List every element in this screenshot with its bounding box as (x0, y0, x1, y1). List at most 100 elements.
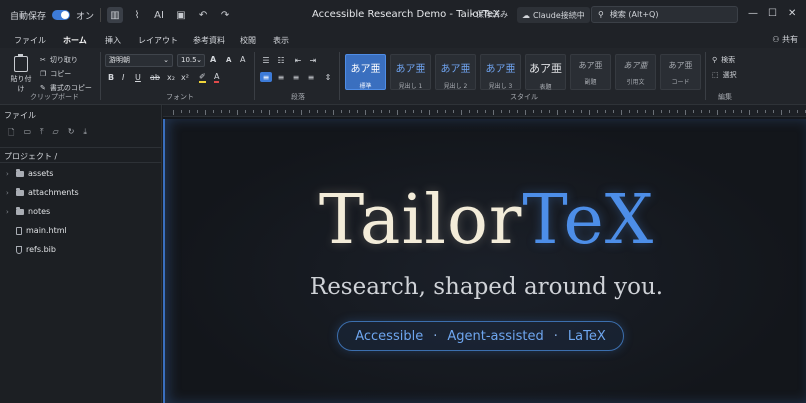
find-label: 検索 (721, 56, 736, 64)
clipboard-group-label: クリップボード (30, 93, 79, 101)
save-icon[interactable]: ▣ (173, 7, 189, 23)
autosave-toggle[interactable] (52, 10, 71, 20)
select-button[interactable]: ⬚ 選択 (712, 70, 737, 80)
justify-icon[interactable]: ≡ (305, 72, 317, 82)
increase-indent-icon[interactable]: ⇥ (307, 55, 319, 65)
pill-separator: · (433, 328, 438, 344)
attach-icon[interactable]: ⌇ (129, 7, 145, 23)
ruler-tick (589, 110, 590, 115)
style-normal[interactable]: あア亜 標準 (345, 54, 386, 90)
undo-icon[interactable]: ↶ (195, 7, 211, 23)
ai-button[interactable]: AI (151, 7, 167, 23)
tab-review[interactable]: 校閲 (240, 35, 256, 46)
bullets-icon[interactable]: ☰ (260, 55, 272, 65)
style-label: 表題 (539, 84, 552, 91)
bold-icon[interactable]: B (108, 73, 114, 82)
align-right-icon[interactable]: ≡ (290, 72, 302, 82)
tree-item-folder[interactable]: › assets (6, 168, 53, 178)
paste-button[interactable]: 貼り付け (8, 54, 34, 94)
style-title[interactable]: あア亜 表題 (525, 54, 566, 91)
close-icon[interactable]: ✕ (788, 8, 796, 19)
ruler-tick (301, 110, 302, 115)
tree-item-folder[interactable]: › attachments (6, 187, 79, 197)
tab-home[interactable]: ホーム (63, 35, 87, 50)
refresh-icon[interactable]: ↻ (68, 127, 75, 141)
ruler-tick (677, 110, 678, 113)
ruler-tick (389, 110, 390, 113)
ruler-tick (693, 110, 694, 113)
breadcrumb[interactable]: プロジェクト / (0, 147, 161, 163)
style-preview: あア亜 (529, 62, 562, 75)
tab-insert[interactable]: 挿入 (105, 35, 121, 46)
copy-icon: ❐ (40, 70, 47, 78)
download-icon[interactable]: ⤓ (83, 127, 87, 141)
ruler-tick (629, 110, 630, 113)
tab-layout[interactable]: レイアウト (138, 35, 178, 46)
claude-status-badge[interactable]: ☁ Claude接続中 (517, 7, 590, 23)
chevron-down-icon: ⌄ (163, 56, 169, 64)
autosave-label: 自動保存 (10, 11, 47, 22)
copy-button[interactable]: ❐ コピー (40, 69, 71, 79)
new-folder-icon[interactable]: ▭ (23, 127, 31, 141)
italic-icon[interactable]: I (122, 73, 124, 82)
ruler-tick (685, 110, 686, 115)
ruler-tick (701, 110, 702, 113)
highlight-icon[interactable]: ✐ (199, 72, 206, 83)
ruler (163, 105, 806, 117)
chevron-right-icon: › (6, 207, 9, 216)
tab-view[interactable]: 表示 (273, 35, 289, 46)
subscript-icon[interactable]: x₂ (167, 73, 175, 82)
chevron-down-icon: ⌄ (196, 56, 202, 64)
style-heading-3[interactable]: あア亜 見出し 3 (480, 54, 521, 90)
tab-file[interactable]: ファイル (14, 35, 46, 46)
shrink-font-icon[interactable]: A (226, 56, 231, 64)
find-button[interactable]: ⚲ 検索 (712, 55, 735, 65)
open-folder-icon[interactable]: ▱ (53, 127, 59, 141)
ruler-tick (501, 110, 502, 113)
superscript-icon[interactable]: x² (181, 73, 189, 82)
tree-item-file[interactable]: main.html (6, 226, 67, 235)
divider (254, 52, 255, 100)
ruler-tick (189, 110, 190, 113)
font-family-value: 游明朝 (109, 56, 130, 64)
style-code[interactable]: あア亜 コード (660, 54, 701, 90)
tab-references[interactable]: 参考資料 (193, 35, 225, 46)
minimize-icon[interactable]: — (748, 8, 758, 19)
style-heading-2[interactable]: あア亜 見出し 2 (435, 54, 476, 90)
upload-icon[interactable]: ⤒ (40, 127, 44, 141)
style-heading-1[interactable]: あア亜 見出し 1 (390, 54, 431, 90)
tree-item-file[interactable]: refs.bib (6, 245, 56, 254)
decrease-indent-icon[interactable]: ⇤ (292, 55, 304, 65)
redo-icon[interactable]: ↷ (217, 7, 233, 23)
ruler-tick (333, 110, 334, 115)
font-family-select[interactable]: 游明朝 ⌄ (105, 54, 173, 67)
numbering-icon[interactable]: ☷ (275, 55, 287, 65)
ruler-tick (541, 110, 542, 113)
font-color-icon[interactable]: A (214, 72, 220, 83)
style-quote[interactable]: あア亜 引用文 (615, 54, 656, 90)
style-preview: あア亜 (440, 64, 471, 75)
clear-format-icon[interactable]: A (240, 55, 245, 64)
divider (100, 52, 101, 100)
cut-button[interactable]: ✂ 切り取り (40, 55, 78, 65)
maximize-icon[interactable]: ☐ (768, 8, 777, 19)
align-center-icon[interactable]: ≡ (275, 72, 287, 82)
grow-font-icon[interactable]: A (210, 55, 216, 64)
chevron-right-icon: › (6, 188, 9, 197)
align-left-icon[interactable]: ≡ (260, 72, 272, 82)
underline-icon[interactable]: U (135, 73, 141, 82)
copy-label: コピー (50, 70, 72, 78)
document-canvas[interactable]: TailorTeX Research, shaped around you. A… (163, 105, 806, 403)
document-page[interactable]: TailorTeX Research, shaped around you. A… (163, 119, 806, 403)
style-subtitle[interactable]: あア亜 副題 (570, 54, 611, 90)
style-preview: あア亜 (350, 64, 381, 75)
sidebar-toggle-icon[interactable]: ▥ (107, 7, 124, 23)
font-size-select[interactable]: 10.5 ⌄ (177, 54, 205, 67)
strikethrough-icon[interactable]: ab (150, 73, 160, 82)
ruler-tick (245, 110, 246, 113)
search-input[interactable]: ⚲ 検索 (Alt+Q) (591, 6, 738, 23)
share-button[interactable]: ⚇ 共有 (772, 34, 798, 45)
tree-item-folder[interactable]: › notes (6, 206, 50, 216)
new-file-icon[interactable]: 🗋 (8, 127, 14, 141)
line-spacing-icon[interactable]: ⇕ (322, 72, 334, 82)
